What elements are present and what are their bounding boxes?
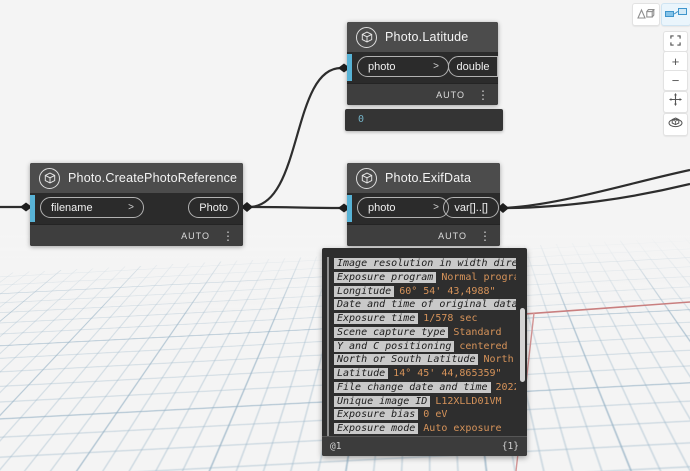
lacing-mode[interactable]: AUTO [181, 231, 210, 241]
port-label: double [456, 60, 490, 73]
node-menu-icon[interactable]: ⋮ [222, 230, 234, 242]
node-preview-bubble[interactable]: 0 [345, 109, 503, 131]
exif-row: Exposure program Normal program [334, 271, 516, 285]
graph-view-button[interactable] [661, 3, 690, 26]
exif-key: Image resolution in width directio [334, 258, 516, 269]
exif-value: Normal program [441, 271, 516, 283]
orbit-button[interactable] [663, 113, 688, 136]
default-value-chevron-icon[interactable]: > [128, 202, 134, 213]
exif-row: Exposure mode Auto exposure [334, 422, 516, 436]
exif-value: Standard [453, 326, 502, 338]
exif-key: Exposure program [334, 271, 437, 283]
exif-rows: Image resolution in width directio Expos… [334, 257, 516, 436]
port-label: Photo [199, 201, 228, 214]
node-header[interactable]: Photo.CreatePhotoReference [30, 163, 243, 193]
package-cube-icon [356, 26, 377, 48]
exif-row: Scene capture type Standard [334, 326, 516, 340]
zoom-out-button[interactable]: − [663, 70, 688, 91]
exif-value: 2022:01: [495, 381, 516, 393]
exif-key: Exposure mode [334, 423, 419, 435]
preview-footer: @1 {1} [322, 436, 527, 456]
exif-value: Auto exposure [423, 423, 502, 435]
input-port-accent [30, 195, 35, 222]
preview-value: 0 [358, 114, 365, 125]
exif-key: File change date and time [334, 381, 491, 393]
exif-value: centered [459, 340, 508, 352]
exif-key: Scene capture type [334, 326, 449, 338]
exif-key: Latitude [334, 368, 389, 380]
exif-row: Y and C positioning centered [334, 340, 516, 354]
node-photo-latitude[interactable]: Photo.Latitude photo > double AUTO ⋮ [347, 22, 498, 105]
pan-arrows-icon [669, 93, 682, 111]
input-port-photo[interactable]: photo > [357, 197, 449, 218]
node-title: Photo.ExifData [385, 171, 472, 185]
exif-row: Longitude 60° 54' 43,4988" [334, 285, 516, 299]
exif-key: Unique image ID [334, 395, 431, 407]
exif-row: Date and time of original data gen [334, 298, 516, 312]
geometry-objects-icon [637, 6, 655, 24]
exif-data-preview-panel[interactable]: Image resolution in width directio Expos… [322, 248, 527, 456]
input-port-filename[interactable]: filename > [40, 197, 144, 218]
exif-value: 60° 54' 43,4988" [399, 285, 496, 297]
package-cube-icon [39, 167, 60, 189]
exif-row: Image resolution in width directio [334, 257, 516, 271]
geometry-view-button[interactable] [632, 3, 660, 26]
exif-value: North lat [483, 354, 516, 366]
node-photo-exifdata[interactable]: Photo.ExifData photo > var[]..[] AUTO ⋮ [347, 163, 500, 246]
port-label: filename [51, 201, 93, 214]
preview-left-guide [327, 257, 329, 436]
node-photo-createphotoreference[interactable]: Photo.CreatePhotoReference filename > Ph… [30, 163, 243, 246]
node-graph-icon [665, 6, 687, 24]
port-label: var[]..[] [454, 201, 488, 214]
node-menu-icon[interactable]: ⋮ [477, 89, 489, 101]
port-label: photo [368, 60, 396, 73]
exif-key: Date and time of original data gen [334, 299, 516, 311]
preview-level-label: @1 [330, 441, 342, 452]
exif-row: Exposure time 1/578 sec [334, 312, 516, 326]
exif-row: File change date and time 2022:01: [334, 381, 516, 395]
default-value-chevron-icon[interactable]: > [433, 202, 439, 213]
exif-row: Latitude 14° 45' 44,865359" [334, 367, 516, 381]
package-cube-icon [356, 167, 377, 189]
exif-row: North or South Latitude North lat [334, 353, 516, 367]
exif-key: Y and C positioning [334, 340, 455, 352]
pan-button[interactable] [663, 91, 688, 113]
port-label: photo [368, 201, 396, 214]
exif-key: Exposure time [334, 313, 419, 325]
input-port-accent [347, 54, 352, 81]
node-title: Photo.Latitude [385, 30, 469, 44]
exif-row: Unique image ID L12XLLD01VM [334, 395, 516, 409]
zoom-fit-button[interactable] [663, 31, 688, 52]
exif-value: L12XLLD01VM [435, 395, 502, 407]
node-header[interactable]: Photo.ExifData [347, 163, 500, 193]
exif-value: 14° 45' 44,865359" [393, 368, 502, 380]
plus-icon: + [671, 54, 680, 69]
exif-key: North or South Latitude [334, 354, 479, 366]
canvas[interactable]: Photo.Latitude photo > double AUTO ⋮ 0 P… [0, 0, 690, 471]
exif-key: Longitude [334, 285, 395, 297]
preview-list-count: {1} [501, 441, 519, 452]
node-header[interactable]: Photo.Latitude [347, 22, 498, 52]
lacing-mode[interactable]: AUTO [438, 231, 467, 241]
output-port-var[interactable]: var[]..[] [443, 197, 499, 218]
node-title: Photo.CreatePhotoReference [68, 171, 238, 185]
lacing-mode[interactable]: AUTO [436, 90, 465, 100]
node-menu-icon[interactable]: ⋮ [479, 230, 491, 242]
fit-view-icon [670, 33, 681, 51]
default-value-chevron-icon[interactable]: > [433, 61, 439, 72]
output-port-double[interactable]: double [448, 56, 498, 77]
exif-value: 0 eV [423, 409, 448, 421]
exif-value: 1/578 sec [423, 313, 478, 325]
exif-key: Exposure bias [334, 409, 419, 421]
output-port-photo[interactable]: Photo [188, 197, 239, 218]
orbit-cube-icon [668, 115, 683, 135]
input-port-accent [347, 195, 352, 222]
zoom-in-button[interactable]: + [663, 51, 688, 72]
input-port-photo[interactable]: photo > [357, 56, 449, 77]
exif-row: Exposure bias 0 eV [334, 408, 516, 422]
minus-icon: − [671, 73, 680, 88]
preview-scrollbar[interactable] [520, 308, 525, 382]
